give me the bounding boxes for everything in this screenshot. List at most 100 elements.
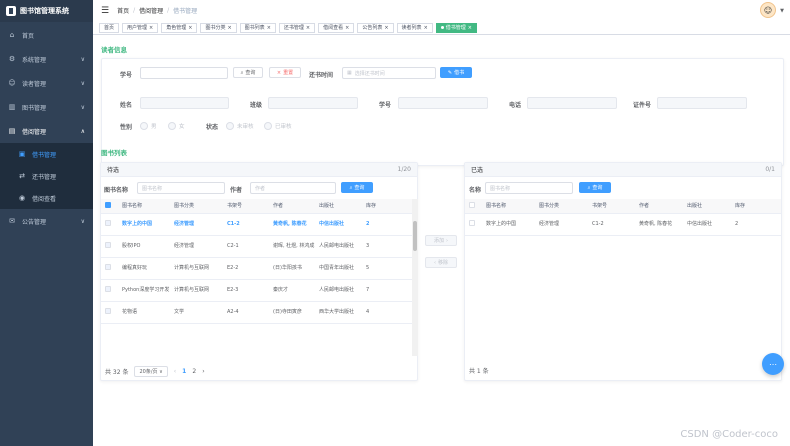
table-row[interactable]: Python深度学习开发 计算机与互联网 E2-3 秦庆才 人民邮电出版社 7 [101, 279, 412, 302]
close-icon[interactable]: × [468, 25, 472, 31]
available-panel-header: 待选 1/20 [101, 163, 417, 177]
tag-book-list[interactable]: 图书列表 × [239, 22, 276, 33]
tag-home[interactable]: 首页 [99, 22, 120, 33]
page-size-select[interactable]: 20条/页 ∨ [134, 366, 168, 377]
row-checkbox[interactable] [105, 263, 111, 270]
scrollbar-thumb[interactable] [413, 221, 417, 251]
remove-button[interactable]: ‹ 移除 [425, 257, 457, 268]
sidebar-item-books[interactable]: ▥ 图书管理 ∨ [0, 95, 93, 119]
sidebar-subitem-borrow-view[interactable]: ◉ 借阅查看 [0, 187, 93, 209]
close-icon[interactable]: × [345, 25, 349, 31]
table-row[interactable]: 数字上的中国 经济管理 C1-2 黄奇帆, 陈春花 中信出版社 2 [465, 213, 781, 236]
tag-roles[interactable]: 角色管理 × [161, 22, 198, 33]
avatar[interactable]: ☺ [760, 2, 776, 18]
main-content: 读者信息 学号 ⌕ 查询 × 重置 还书时间 ▦ 选择还书时间 ✎ 借书 姓名 班级 学… [93, 35, 790, 446]
tag-borrow-view[interactable]: 借阅查看 × [318, 22, 355, 33]
row-checkbox[interactable] [105, 307, 111, 314]
home-icon: ⌂ [9, 31, 15, 39]
book-name-input[interactable]: 图书名称 [137, 182, 225, 194]
return-time-picker[interactable]: ▦ 选择还书时间 [342, 67, 436, 79]
table-row[interactable]: 数字上的中国 经济管理 C1-2 黄奇帆, 陈春花 中信出版社 2 [101, 213, 412, 236]
select-all-checkbox[interactable] [465, 199, 482, 214]
close-icon[interactable]: × [424, 25, 428, 31]
checkbox-icon [105, 201, 111, 208]
student-id-input[interactable] [140, 67, 228, 79]
page-1[interactable]: 1 [182, 368, 186, 375]
gender-male-radio[interactable]: 男 [140, 122, 157, 130]
breadcrumb-separator: / [167, 7, 170, 14]
book-query-button[interactable]: ⌕ 查询 [341, 182, 373, 193]
watermark: CSDN @Coder-coco [680, 429, 778, 440]
app-logo[interactable]: 图书馆管理系统 [0, 0, 93, 22]
logo-icon [6, 6, 16, 16]
available-books-panel: 待选 1/20 图书名称 图书名称 作者 作者 ⌕ 查询 图书名称 图书分类 书架… [100, 162, 418, 381]
phone-label: 电话 [509, 102, 522, 109]
column-header: 作者 [635, 199, 683, 214]
prev-page-icon[interactable]: ‹ [174, 368, 176, 375]
tags-view: 首页 用户管理 × 角色管理 × 图书分类 × 图书列表 × 还书管理 × 借阅查看 × 公… [93, 21, 790, 35]
sidebar-item-borrow[interactable]: ▤ 借阅管理 ∧ [0, 119, 93, 143]
sidebar-subitem-return-book[interactable]: ⇄ 还书管理 [0, 165, 93, 187]
tag-reader-list[interactable]: 读者列表 × [396, 22, 433, 33]
view-icon: ◉ [18, 194, 26, 202]
close-icon[interactable]: × [188, 25, 192, 31]
row-checkbox[interactable] [105, 241, 111, 248]
tag-users[interactable]: 用户管理 × [122, 22, 159, 33]
sidebar-item-readers[interactable]: ☺ 读者管理 ∨ [0, 71, 93, 95]
page-2[interactable]: 2 [192, 368, 196, 375]
chevron-down-icon: ∨ [80, 103, 85, 111]
selected-name-label: 名称 [469, 187, 482, 194]
selected-panel-header: 已选 0/1 [465, 163, 781, 177]
breadcrumb-home[interactable]: 首页 [117, 6, 129, 15]
sidebar-subitem-borrow-book[interactable]: ▣ 借书管理 [0, 143, 93, 165]
table-row[interactable]: 花物语 文学 A2-4 (日)寺田寅彦 西华大学出版社 4 [101, 301, 412, 324]
tag-return[interactable]: 还书管理 × [278, 22, 316, 33]
sidebar-item-notice[interactable]: ✉ 公告管理 ∨ [0, 209, 93, 233]
checkbox-icon [469, 201, 475, 208]
table-header-row: 图书名称 图书分类 书架号 作者 出版社 库存 [101, 199, 412, 214]
reader-panel: 学号 ⌕ 查询 × 重置 还书时间 ▦ 选择还书时间 ✎ 借书 姓名 班级 学号 电话 … [101, 58, 784, 166]
borrow-button[interactable]: ✎ 借书 [440, 67, 472, 78]
tag-notice-list[interactable]: 公告列表 × [357, 22, 394, 33]
selected-books-panel: 已选 0/1 名称 图书名称 ⌕ 查询 图书名称 图书分类 书架号 作者 出版社 … [464, 162, 782, 381]
close-icon[interactable]: × [306, 25, 310, 31]
table-scrollbar[interactable] [412, 199, 418, 356]
hamburger-icon[interactable]: ☰ [101, 6, 109, 16]
sidebar-item-system[interactable]: ⚙ 系统管理 ∨ [0, 47, 93, 71]
author-label: 作者 [230, 187, 243, 194]
reader-query-button[interactable]: ⌕ 查询 [233, 67, 263, 78]
column-header: 图书分类 [170, 199, 223, 214]
status-unaudited-radio[interactable]: 未审核 [226, 122, 254, 130]
select-all-checkbox[interactable] [101, 199, 118, 214]
status-audited-radio[interactable]: 已审核 [264, 122, 292, 130]
next-page-icon[interactable]: › [202, 368, 204, 375]
table-row[interactable]: 股权IPO 经济管理 C2-1 谢晖, 杜煜, 林鸿成 人民邮电出版社 3 [101, 235, 412, 258]
status-label: 状态 [206, 124, 219, 131]
close-icon[interactable]: × [227, 25, 231, 31]
close-icon[interactable]: × [149, 25, 153, 31]
add-button[interactable]: 添加 › [425, 235, 457, 246]
close-icon[interactable]: × [267, 25, 271, 31]
edit-icon: ✎ [447, 69, 453, 76]
notice-icon: ✉ [9, 217, 15, 225]
selected-name-input[interactable]: 图书名称 [485, 182, 573, 194]
row-checkbox[interactable] [105, 285, 111, 292]
chevron-down-icon: ∨ [80, 55, 85, 63]
tag-book-category[interactable]: 图书分类 × [200, 22, 237, 33]
row-checkbox[interactable] [469, 219, 475, 226]
tag-borrow-book[interactable]: 借书管理 × [435, 22, 477, 33]
close-icon[interactable]: × [384, 25, 388, 31]
breadcrumb-borrow[interactable]: 借阅管理 [139, 6, 163, 15]
caret-down-icon[interactable]: ▼ [780, 8, 784, 14]
table-row[interactable]: 编程真好玩 计算机与互联网 E2-2 (日)华阳孩书 中国青年出版社 5 [101, 257, 412, 280]
row-checkbox[interactable] [105, 219, 111, 226]
author-input[interactable]: 作者 [250, 182, 336, 194]
user-icon: ☺ [8, 79, 16, 87]
reset-button[interactable]: × 重置 [269, 67, 301, 78]
selected-query-button[interactable]: ⌕ 查询 [579, 182, 611, 193]
column-header: 图书名称 [482, 199, 535, 214]
sidebar-item-home[interactable]: ⌂ 首页 [0, 23, 93, 47]
settings-float-button[interactable]: ⋯ [762, 353, 784, 375]
gender-female-radio[interactable]: 女 [168, 122, 185, 130]
column-header: 出版社 [683, 199, 731, 214]
